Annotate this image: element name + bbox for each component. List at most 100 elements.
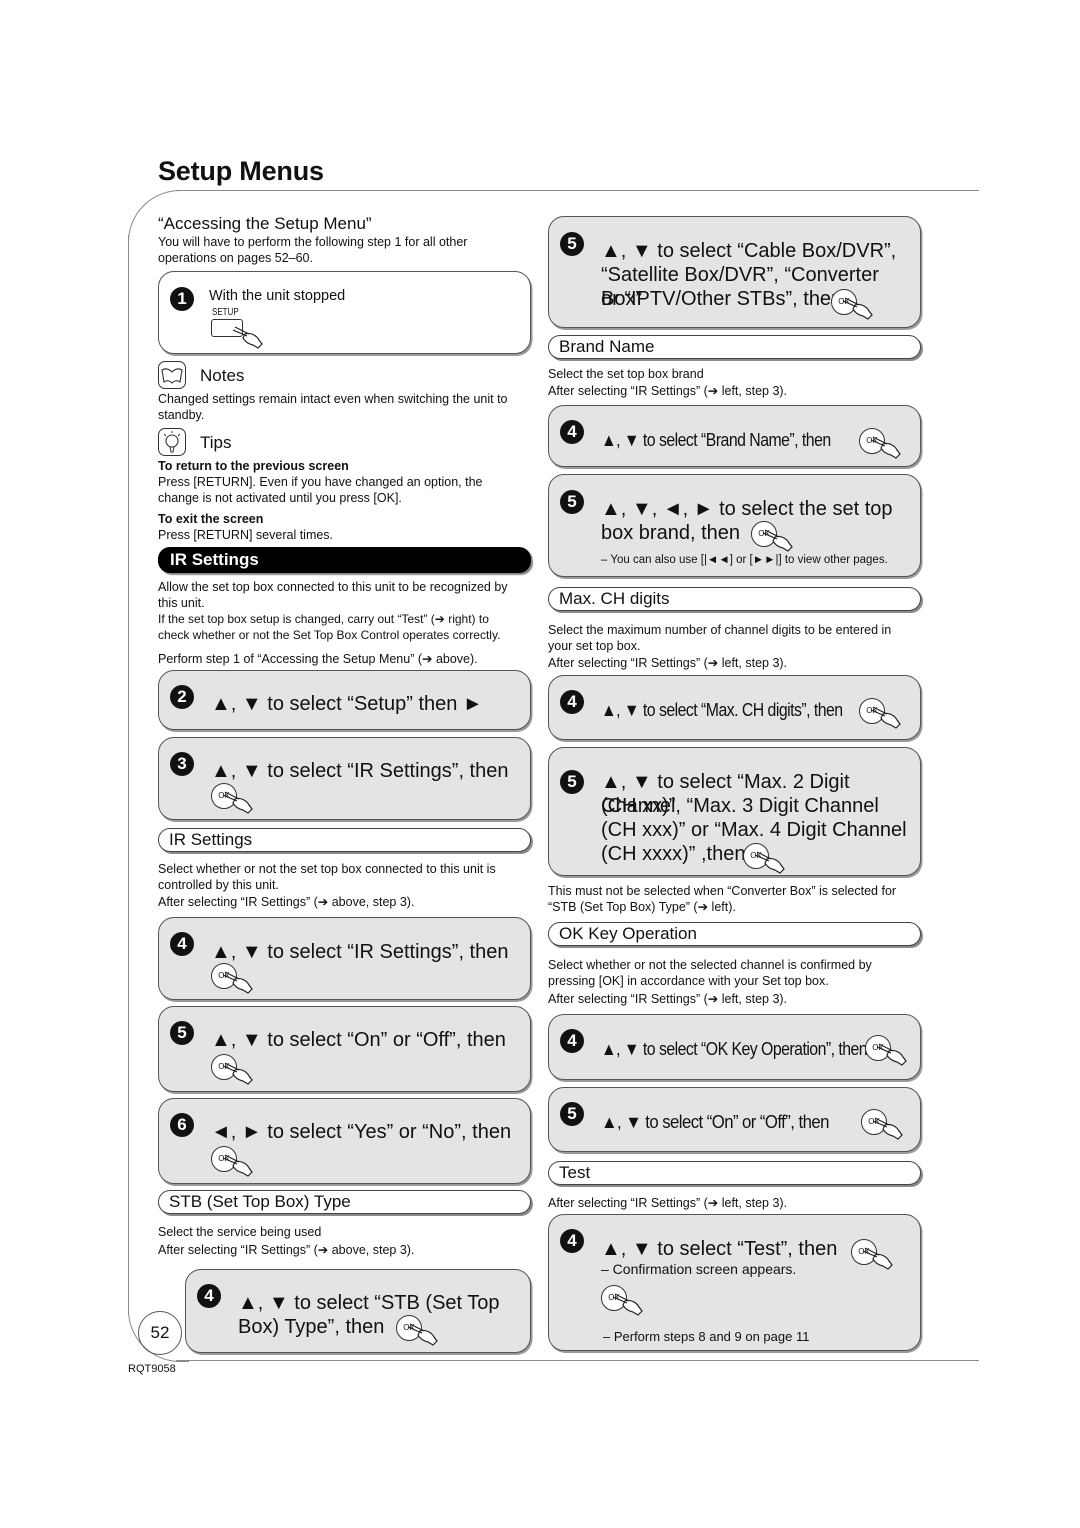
step-number: 4 <box>197 1284 221 1308</box>
ok-button[interactable]: OK <box>211 963 255 997</box>
max-ch-warn-1: This must not be selected when “Converte… <box>548 884 897 898</box>
brand-step-4-text: ▲, ▼ to select “Brand Name”, then <box>601 430 831 450</box>
ok-key-label: OK Key Operation <box>548 922 921 946</box>
ir-item-desc-1: Select whether or not the set top box co… <box>158 862 496 876</box>
document-code: RQT9058 <box>128 1363 176 1375</box>
frame-bottom-divider <box>176 1360 979 1361</box>
ok-button[interactable]: OK <box>396 1315 440 1349</box>
max-ch-step-4-box: 4 ▲, ▼ to select “Max. CH digits”, then … <box>548 675 921 740</box>
test-note-2: – Perform steps 8 and 9 on page 11 <box>603 1329 810 1344</box>
ir-desc-2: this unit. <box>158 596 205 610</box>
ok-key-desc-2: pressing [OK] in accordance with your Se… <box>548 974 829 988</box>
brand-name-after: After selecting “IR Settings” (➔ left, s… <box>548 384 788 398</box>
ok-key-desc-1: Select whether or not the selected chann… <box>548 958 872 972</box>
ir-desc-3: If the set top box setup is changed, car… <box>158 612 489 626</box>
step-number: 4 <box>560 420 584 444</box>
ok-button[interactable]: OK <box>859 428 903 462</box>
ok-button[interactable]: OK <box>865 1035 909 1069</box>
stb-step-5-line-1: ▲, ▼ to select “Cable Box/DVR”, <box>601 240 897 262</box>
step-1-text: With the unit stopped <box>209 288 346 304</box>
brand-step-5-line-1: ▲, ▼, ◄, ► to select the set top <box>601 498 893 520</box>
ir-step-4-text: ▲, ▼ to select “IR Settings”, then <box>211 941 509 963</box>
tip-1-line-2: change is not activated until you press … <box>158 491 402 505</box>
ok-button[interactable]: OK <box>751 521 795 555</box>
ok-button[interactable]: OK <box>861 1109 905 1143</box>
tip-1-line-1: Press [RETURN]. Even if you have changed… <box>158 475 483 489</box>
ir-step-6-text: ◄, ► to select “Yes” or “No”, then <box>211 1121 512 1143</box>
ok-button[interactable]: OK <box>831 289 875 323</box>
step-number: 5 <box>170 1021 194 1045</box>
step-number: 5 <box>560 770 584 794</box>
stb-step-5-box: 5 ▲, ▼ to select “Cable Box/DVR”, “Satel… <box>548 216 921 328</box>
brand-step-5-line-2: box brand, then <box>601 522 740 544</box>
ok-button[interactable]: OK <box>211 1146 255 1180</box>
step-2-box: 2 ▲, ▼ to select “Setup” then ► <box>158 670 531 730</box>
max-ch-step-5-line-4: (CH xxxx)” ,then <box>601 843 746 865</box>
notes-line-1: Changed settings remain intact even when… <box>158 392 508 406</box>
ir-item-desc-2: controlled by this unit. <box>158 878 279 892</box>
ok-key-step-4-text: ▲, ▼ to select “OK Key Operation”, then <box>601 1039 868 1059</box>
pointing-hand-icon <box>612 1293 643 1316</box>
ok-key-step-4-box: 4 ▲, ▼ to select “OK Key Operation”, the… <box>548 1014 921 1080</box>
step-number: 4 <box>170 932 194 956</box>
pointing-hand-icon <box>870 436 901 459</box>
ir-settings-item-label: IR Settings <box>158 828 531 852</box>
ok-button[interactable]: OK <box>859 698 903 732</box>
ir-desc-1: Allow the set top box connected to this … <box>158 580 508 594</box>
ir-step-4-box: 4 ▲, ▼ to select “IR Settings”, then OK <box>158 917 531 1000</box>
page-title: Setup Menus <box>158 156 324 186</box>
accessing-heading: “Accessing the Setup Menu” <box>158 214 372 233</box>
stb-step-4-box: 4 ▲, ▼ to select “STB (Set Top Box) Type… <box>185 1269 531 1353</box>
ir-item-after: After selecting “IR Settings” (➔ above, … <box>158 895 415 909</box>
step-number: 1 <box>170 287 194 311</box>
brand-step-4-box: 4 ▲, ▼ to select “Brand Name”, then OK <box>548 405 921 467</box>
pointing-hand-icon <box>222 1154 253 1177</box>
tip-2-line-1: Press [RETURN] several times. <box>158 528 334 542</box>
pointing-hand-icon <box>842 297 873 320</box>
step-3-text: ▲, ▼ to select “IR Settings”, then <box>211 760 509 782</box>
max-ch-desc-1: Select the maximum number of channel dig… <box>548 623 892 637</box>
step-number: 5 <box>560 1102 584 1126</box>
ok-key-after: After selecting “IR Settings” (➔ left, s… <box>548 992 788 1006</box>
max-ch-after: After selecting “IR Settings” (➔ left, s… <box>548 656 788 670</box>
ir-step-6-box: 6 ◄, ► to select “Yes” or “No”, then OK <box>158 1098 531 1184</box>
test-label: Test <box>548 1161 921 1185</box>
step-2-text: ▲, ▼ to select “Setup” then ► <box>211 693 483 715</box>
accessing-desc-2: operations on pages 52–60. <box>158 251 313 265</box>
step-number: 5 <box>560 232 584 256</box>
stb-step-5-line-3: or “IPTV/Other STBs”, then <box>601 288 843 310</box>
max-ch-warn-2: “STB (Set Top Box) Type” (➔ left). <box>548 900 736 914</box>
stb-step-4-line-1: ▲, ▼ to select “STB (Set Top <box>238 1292 500 1314</box>
max-ch-step-5-line-2: (CH xx)”, “Max. 3 Digit Channel <box>601 795 879 817</box>
stb-step-4-line-2: Box) Type”, then <box>238 1316 385 1338</box>
frame-left-border <box>128 235 129 1315</box>
step-number: 3 <box>170 752 194 776</box>
pointing-hand-icon <box>222 791 253 814</box>
brand-step-5-note: – You can also use [|◄◄] or [►►|] to vie… <box>601 554 888 566</box>
max-ch-label: Max. CH digits <box>548 587 921 611</box>
pointing-hand-icon <box>407 1323 438 1346</box>
brand-name-desc: Select the set top box brand <box>548 367 704 381</box>
ok-button[interactable]: OK <box>211 783 255 817</box>
ir-perform: Perform step 1 of “Accessing the Setup M… <box>158 652 478 666</box>
pointing-hand-icon <box>876 1043 907 1066</box>
page-number: 52 <box>138 1311 182 1355</box>
brand-step-5-box: 5 ▲, ▼, ◄, ► to select the set top box b… <box>548 474 921 577</box>
ok-key-step-5-box: 5 ▲, ▼ to select “On” or “Off”, then OK <box>548 1087 921 1152</box>
ok-button[interactable]: OK <box>211 1054 255 1088</box>
tip-1-title: To return to the previous screen <box>158 459 349 473</box>
notes-book-icon <box>158 361 186 389</box>
ok-button[interactable]: OK <box>743 843 787 877</box>
notes-title: Notes <box>200 366 245 385</box>
pointing-hand-icon <box>232 326 263 349</box>
pointing-hand-icon <box>862 1247 893 1270</box>
step-3-box: 3 ▲, ▼ to select “IR Settings”, then OK <box>158 737 531 820</box>
step-1-box: 1 With the unit stopped SETUP <box>158 271 531 354</box>
stb-type-desc: Select the service being used <box>158 1225 322 1239</box>
ok-button-confirm[interactable]: OK <box>601 1285 645 1319</box>
test-after: After selecting “IR Settings” (➔ left, s… <box>548 1196 788 1210</box>
ir-step-5-text: ▲, ▼ to select “On” or “Off”, then <box>211 1029 506 1051</box>
test-step-4-box: 4 ▲, ▼ to select “Test”, then OK – Confi… <box>548 1214 921 1351</box>
ok-button[interactable]: OK <box>851 1239 895 1273</box>
ir-settings-section-header: IR Settings <box>158 547 531 573</box>
